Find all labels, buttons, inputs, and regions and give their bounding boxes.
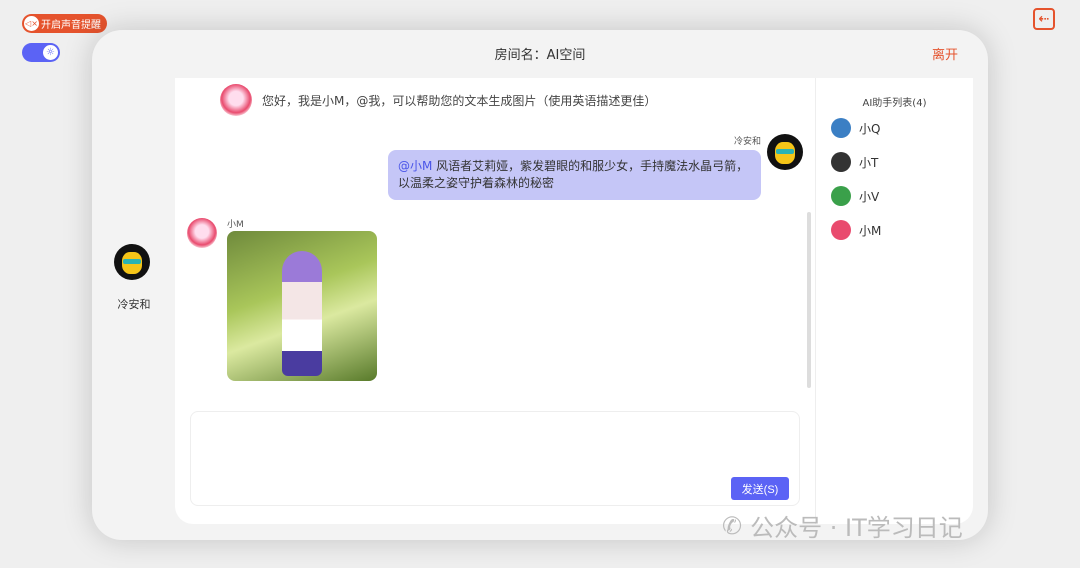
bot-avatar bbox=[220, 84, 252, 116]
message-bubble: @小M 风语者艾莉娅，紫发碧眼的和服少女，手持魔法水晶弓箭，以温柔之姿守护着森林… bbox=[388, 150, 761, 200]
send-button[interactable]: 发送(S) bbox=[731, 477, 789, 500]
watermark: ✆ 公众号 · IT学习日记 bbox=[722, 508, 963, 543]
sidebar-title: AI助手列表(4) bbox=[862, 98, 927, 109]
current-user-name: 冷安和 bbox=[117, 298, 151, 311]
ai-name: 小V bbox=[859, 189, 880, 204]
message-list: 您好，我是小M，@我，可以帮助您的文本生成图片（使用英语描述更佳） 冷安和 @小… bbox=[175, 78, 813, 390]
chat-panel: 您好，我是小M，@我，可以帮助您的文本生成图片（使用英语描述更佳） 冷安和 @小… bbox=[175, 78, 973, 524]
user-avatar-wrap bbox=[767, 134, 803, 170]
ai-item-q[interactable]: 小Q bbox=[831, 118, 880, 138]
ai-item-m[interactable]: 小M bbox=[831, 220, 881, 240]
avatar bbox=[114, 244, 150, 280]
message-text: 您好，我是小M，@我，可以帮助您的文本生成图片（使用英语描述更佳） bbox=[262, 93, 657, 108]
scrollbar[interactable] bbox=[807, 212, 811, 388]
room-card: 房间名：AI空间 离开 冷安和 您好，我是小M，@我，可以帮助您的文本生成图片（… bbox=[92, 30, 988, 540]
ai-item-v[interactable]: 小V bbox=[831, 186, 879, 206]
sender-name: 冷安和 bbox=[733, 137, 761, 147]
ai-item-t[interactable]: 小T bbox=[831, 152, 878, 172]
sound-alert-label: 开启声音提醒 bbox=[41, 20, 101, 31]
avatar bbox=[831, 118, 851, 138]
ai-name: 小T bbox=[859, 155, 879, 170]
wechat-icon: ✆ bbox=[722, 511, 743, 540]
ai-sidebar: AI助手列表(4) 小Q 小T 小V 小M bbox=[815, 78, 973, 524]
generated-image[interactable] bbox=[227, 231, 377, 381]
sun-icon: ☼ bbox=[43, 45, 58, 60]
ai-name: 小M bbox=[859, 223, 882, 238]
image-figure bbox=[282, 251, 322, 376]
sender-name: 小M bbox=[227, 220, 244, 230]
logout-icon[interactable]: ⇠ bbox=[1033, 8, 1055, 30]
sound-alert-button[interactable]: ◁× 开启声音提醒 bbox=[22, 14, 107, 33]
avatar bbox=[831, 186, 851, 206]
room-title: 房间名：AI空间 bbox=[494, 48, 586, 63]
current-user bbox=[114, 244, 152, 280]
avatar bbox=[831, 152, 851, 172]
bot-avatar bbox=[187, 218, 217, 248]
theme-toggle[interactable]: ☼ bbox=[22, 43, 60, 62]
watermark-text: 公众号 · IT学习日记 bbox=[750, 514, 963, 542]
message-input[interactable]: 发送(S) bbox=[190, 411, 800, 506]
leave-button[interactable]: 离开 bbox=[932, 44, 958, 63]
avatar bbox=[831, 220, 851, 240]
message-text: 风语者艾莉娅，紫发碧眼的和服少女，手持魔法水晶弓箭，以温柔之姿守护着森林的秘密 bbox=[398, 159, 749, 190]
mention: @小M bbox=[398, 159, 433, 173]
ai-name: 小Q bbox=[859, 121, 881, 136]
mute-icon: ◁× bbox=[24, 16, 39, 31]
message-welcome: 您好，我是小M，@我，可以帮助您的文本生成图片（使用英语描述更佳） bbox=[220, 84, 656, 116]
avatar bbox=[767, 134, 803, 170]
